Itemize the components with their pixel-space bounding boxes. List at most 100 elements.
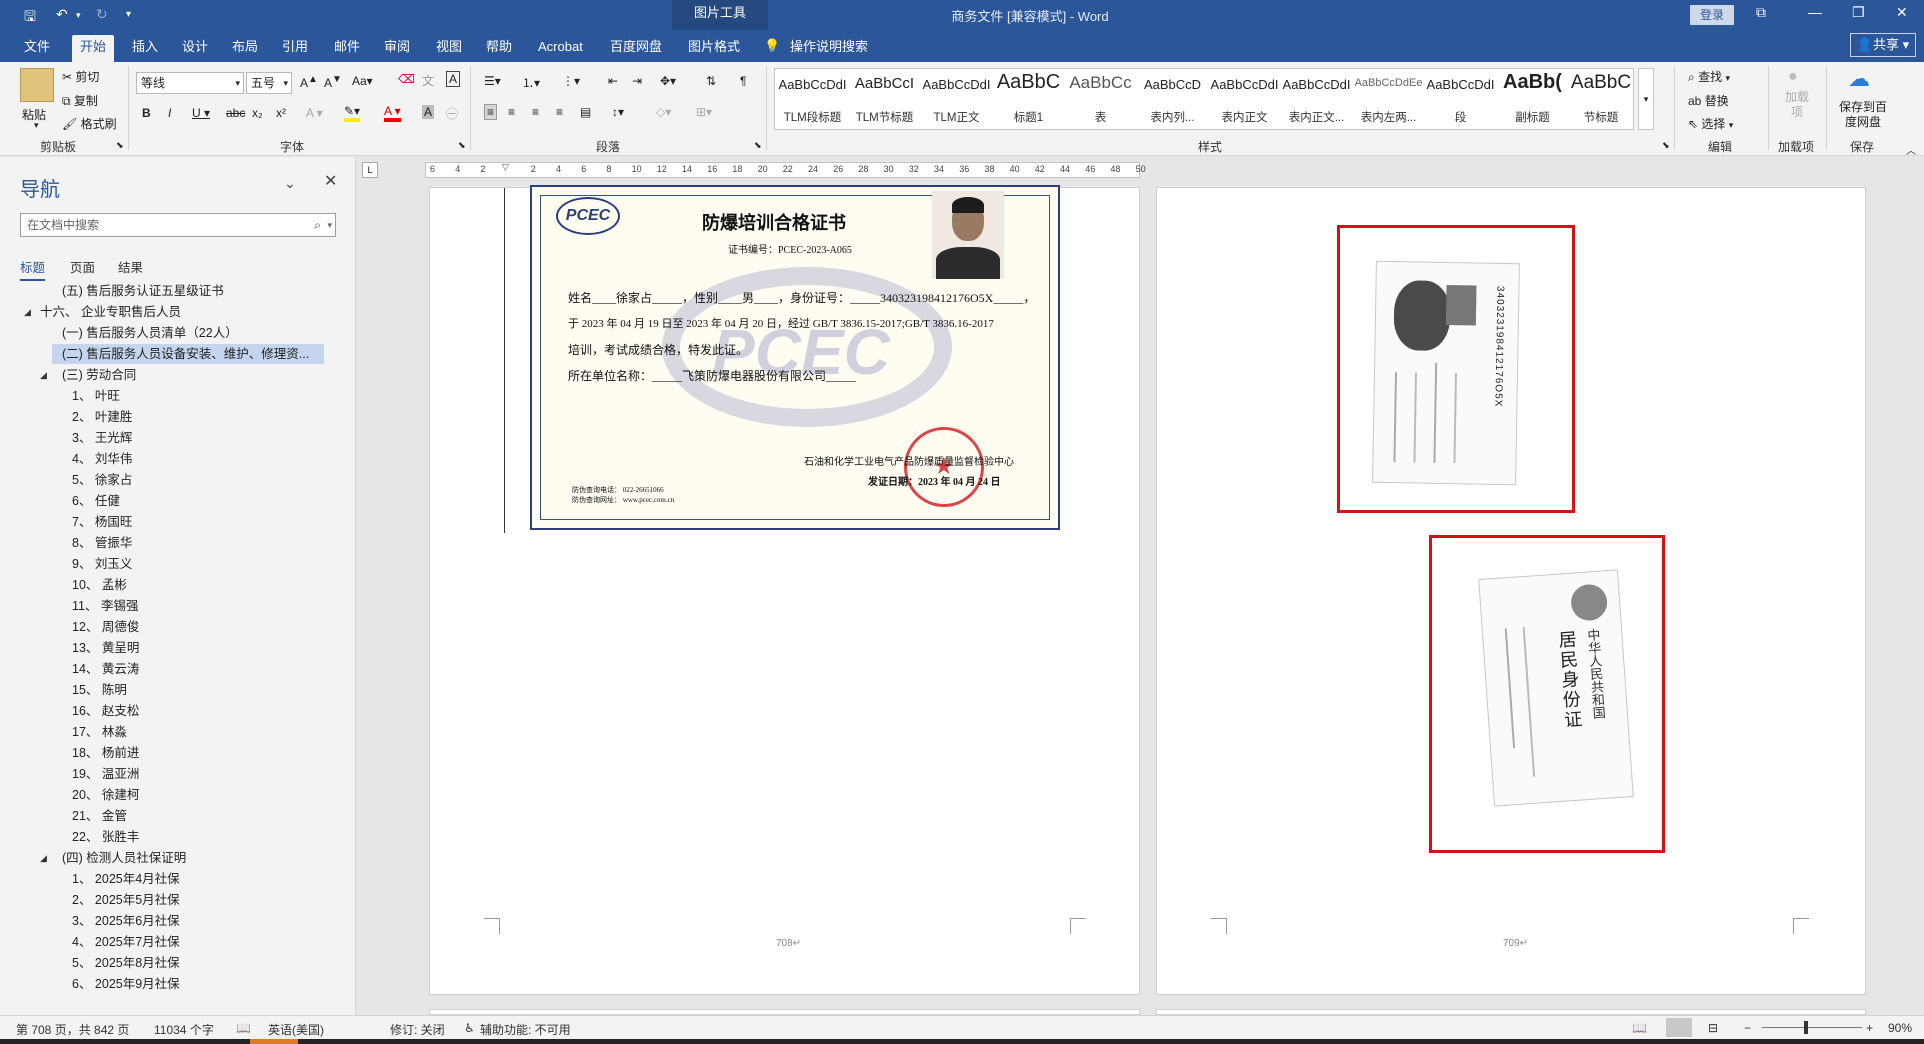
tab-selector[interactable]: L <box>362 162 378 178</box>
italic-icon[interactable]: I <box>168 106 171 120</box>
character-border-icon[interactable]: A <box>446 71 461 87</box>
proofing-icon[interactable]: 📖 <box>236 1021 251 1035</box>
format-painter-button[interactable]: 🖌 格式刷 <box>62 115 117 132</box>
select-button[interactable]: ⇖ 选择 ▾ <box>1688 115 1733 132</box>
style-tlm-section-title[interactable]: AaBbCcDdI TLM段标题 <box>777 69 848 131</box>
clipboard-launcher-icon[interactable]: ⬊ <box>116 140 124 151</box>
nav-heading-item[interactable]: 19、 温亚洲 <box>72 764 139 784</box>
share-button[interactable]: 👤共享 ▾ <box>1850 33 1916 57</box>
read-mode-icon[interactable]: 📖 <box>1632 1021 1647 1035</box>
paste-icon[interactable] <box>20 68 54 102</box>
character-shading-icon[interactable]: A <box>422 105 435 119</box>
tab-file[interactable]: 文件 <box>16 35 58 62</box>
nav-heading-item[interactable]: 13、 黄呈明 <box>72 638 139 658</box>
align-center-icon[interactable]: ≡ <box>508 105 515 119</box>
nav-heading-item[interactable]: 11、 李锡强 <box>72 596 138 616</box>
justify-icon[interactable]: ≡ <box>556 105 563 119</box>
close-icon[interactable]: ✕ <box>1896 4 1908 21</box>
collapse-arrow-icon[interactable]: ◢ <box>24 302 31 322</box>
style-table-column[interactable]: AaBbCcD 表内列... <box>1137 69 1208 131</box>
nav-heading-item[interactable]: 20、 徐建柯 <box>72 785 139 805</box>
font-name-combo[interactable]: 等线 ▾ <box>136 72 244 94</box>
undo-dropdown-icon[interactable]: ▾ <box>76 10 81 21</box>
login-button[interactable]: 登录 <box>1690 5 1734 25</box>
nav-heading-item[interactable]: 3、 2025年6月社保 <box>72 911 180 931</box>
styles-launcher-icon[interactable]: ⬊ <box>1662 140 1670 151</box>
nav-heading-item[interactable]: 17、 林淼 <box>72 722 127 742</box>
align-right-icon[interactable]: ≡ <box>532 105 539 119</box>
font-size-combo[interactable]: 五号 ▾ <box>246 72 292 94</box>
nav-heading-item[interactable]: 7、 杨国旺 <box>72 512 132 532</box>
tab-mailings[interactable]: 邮件 <box>326 35 368 62</box>
tab-view[interactable]: 视图 <box>428 35 470 62</box>
ribbon-display-options-icon[interactable]: ⧉ <box>1756 4 1766 21</box>
nav-heading-item[interactable]: (二) 售后服务人员设备安装、维护、修理资... <box>52 344 324 364</box>
accessibility-icon[interactable]: ♿ <box>464 1021 475 1035</box>
zoom-level[interactable]: 90% <box>1888 1021 1912 1035</box>
undo-icon[interactable]: ↶ <box>56 6 68 23</box>
grow-font-icon[interactable]: A▲ <box>300 74 318 90</box>
nav-heading-item[interactable]: 3、 王光辉 <box>72 428 132 448</box>
chevron-down-icon[interactable]: ▾ <box>327 214 332 236</box>
word-count[interactable]: 11034 个字 <box>154 1021 214 1038</box>
phonetic-guide-icon[interactable]: 文 <box>422 72 434 89</box>
nav-heading-item[interactable]: 22、 张胜丰 <box>72 827 139 847</box>
bullets-icon[interactable]: ☰▾ <box>484 74 501 88</box>
collapse-arrow-icon[interactable]: ◢ <box>40 365 47 385</box>
nav-heading-item[interactable]: 15、 陈明 <box>72 680 127 700</box>
nav-heading-item[interactable]: 十六、 企业专职售后人员 <box>40 302 181 322</box>
replace-button[interactable]: ab 替换 <box>1688 92 1729 109</box>
highlight-icon[interactable]: ✎▾ <box>344 104 361 122</box>
tab-baidu-netdisk[interactable]: 百度网盘 <box>602 35 670 62</box>
nav-heading-item[interactable]: 10、 孟彬 <box>72 575 127 595</box>
zoom-slider-thumb[interactable] <box>1804 1021 1808 1034</box>
nav-heading-item[interactable]: 2、 2025年5月社保 <box>72 890 180 910</box>
search-input[interactable]: 在文档中搜索 ⌕ ▾ <box>20 213 336 237</box>
collapse-ribbon-icon[interactable]: ︿ <box>1906 142 1916 157</box>
numbering-icon[interactable]: ⒈▾ <box>522 74 540 91</box>
zoom-slider[interactable] <box>1762 1027 1862 1028</box>
nav-options-chevron-icon[interactable]: ⌄ <box>284 175 296 192</box>
styles-more-icon[interactable]: ▾ <box>1638 68 1654 130</box>
nav-heading-item[interactable]: 1、 2025年4月社保 <box>72 869 180 889</box>
text-effects-icon[interactable]: A ▾ <box>306 106 323 120</box>
accessibility-indicator[interactable]: 辅助功能: 不可用 <box>480 1021 571 1038</box>
print-layout-icon[interactable] <box>1666 1018 1692 1037</box>
nav-heading-item[interactable]: 5、 徐家占 <box>72 470 132 490</box>
tab-references[interactable]: 引用 <box>274 35 316 62</box>
nav-heading-item[interactable]: 14、 黄云涛 <box>72 659 139 679</box>
align-left-icon[interactable]: ≡ <box>484 104 498 120</box>
minimize-icon[interactable]: — <box>1808 4 1822 20</box>
language-indicator[interactable]: 英语(美国) <box>268 1021 324 1038</box>
tab-review[interactable]: 审阅 <box>376 35 418 62</box>
nav-heading-item[interactable]: (一) 售后服务人员清单（22人） <box>62 323 238 343</box>
cut-button[interactable]: ✂ 剪切 <box>62 68 99 85</box>
baidu-cloud-icon[interactable]: ☁ <box>1848 66 1870 92</box>
nav-heading-item[interactable]: (三) 劳动合同 <box>62 365 136 385</box>
nav-tab-results[interactable]: 结果 <box>118 257 143 276</box>
style-heading1[interactable]: AaBbC 标题1 <box>993 69 1064 131</box>
customize-qat-icon[interactable]: ▾ <box>126 9 131 20</box>
style-section-title[interactable]: AaBbC 节标题 <box>1569 69 1633 131</box>
nav-heading-item[interactable]: 12、 周德俊 <box>72 617 139 637</box>
underline-icon[interactable]: U ▾ <box>192 106 210 120</box>
style-tlm-subsection-title[interactable]: AaBbCcI TLM节标题 <box>849 69 920 131</box>
style-table-left[interactable]: AaBbCcDdEe 表内左两... <box>1353 69 1424 131</box>
bold-icon[interactable]: B <box>142 106 151 120</box>
nav-tab-headings[interactable]: 标题 <box>20 257 46 281</box>
shrink-font-icon[interactable]: A▼ <box>324 74 342 90</box>
nav-heading-item[interactable]: 6、 2025年9月社保 <box>72 974 180 994</box>
close-icon[interactable]: ✕ <box>324 171 337 191</box>
find-button[interactable]: ⌕ 查找 ▾ <box>1688 68 1730 85</box>
id-card-back-frame[interactable]: 340323198412176O5X <box>1337 225 1575 513</box>
tab-layout[interactable]: 布局 <box>224 35 266 62</box>
nav-heading-item[interactable]: 8、 管振华 <box>72 533 132 553</box>
strikethrough-icon[interactable]: abc <box>226 106 245 120</box>
nav-heading-item[interactable]: 4、 2025年7月社保 <box>72 932 180 952</box>
nav-heading-item[interactable]: 9、 刘玉义 <box>72 554 132 574</box>
zoom-out-icon[interactable]: − <box>1744 1021 1751 1035</box>
style-subtitle[interactable]: AaBb(副标题 <box>1497 69 1568 131</box>
id-card-front-frame[interactable]: 中华人民共和国 居民身份证 <box>1429 535 1665 853</box>
restore-icon[interactable]: ❐ <box>1852 4 1865 21</box>
multilevel-list-icon[interactable]: ⋮▾ <box>562 74 580 88</box>
